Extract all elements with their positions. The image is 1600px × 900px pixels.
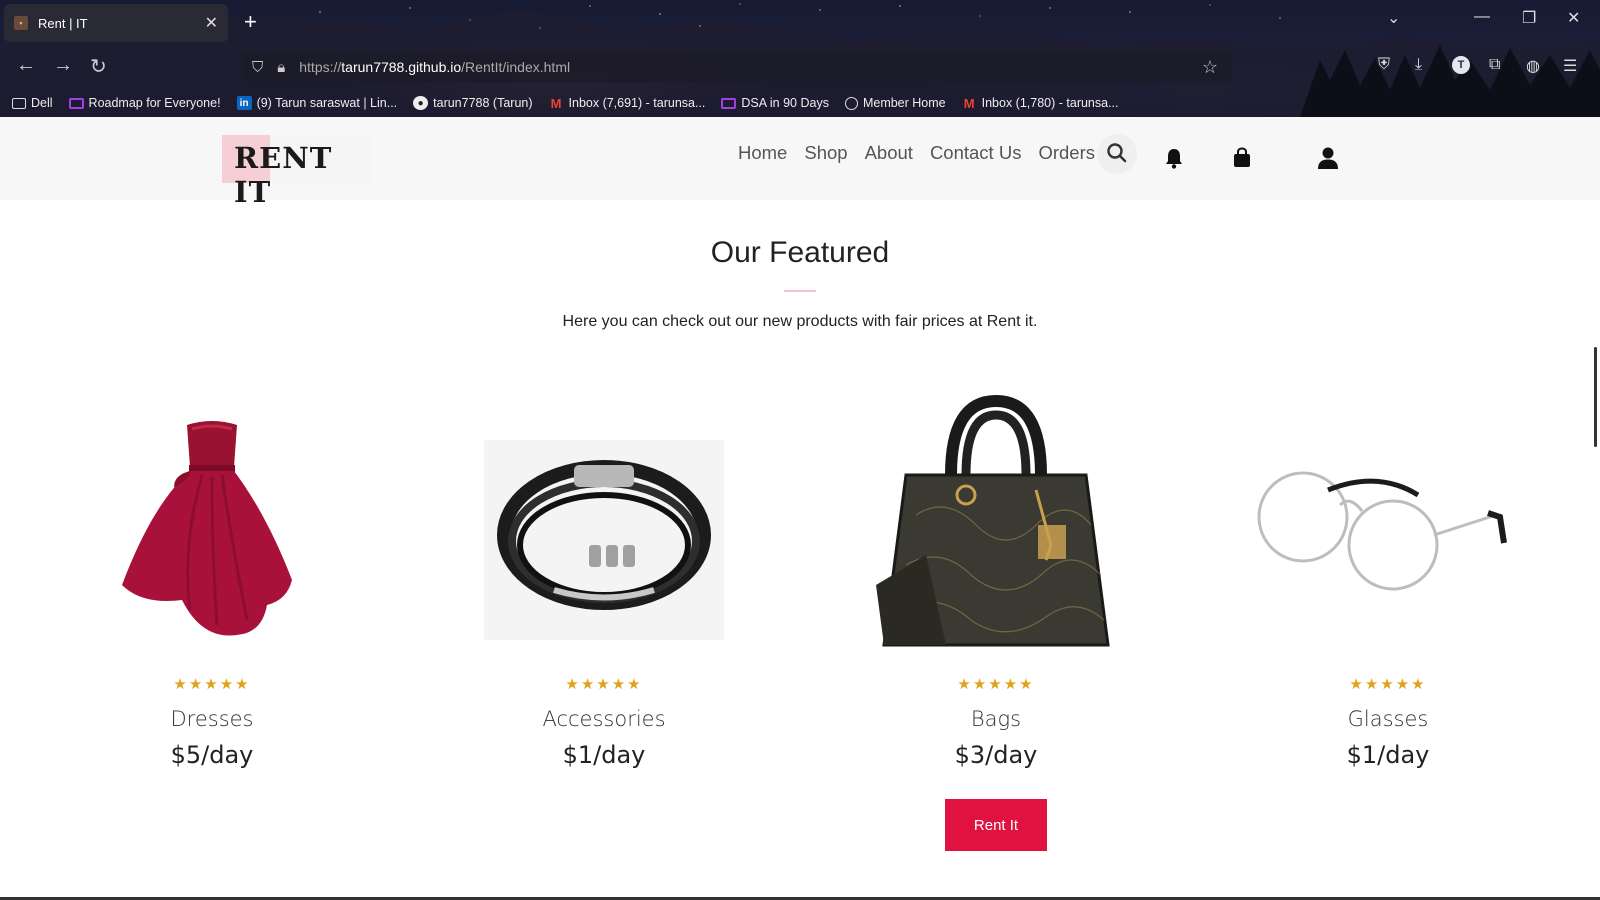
purple-monitor-icon: [68, 97, 84, 109]
account-avatar-icon[interactable]: T: [1452, 56, 1470, 74]
tab-close-icon[interactable]: ✕: [205, 13, 218, 33]
dress-image: [122, 421, 292, 636]
featured-subtitle: Here you can check out our new products …: [562, 313, 1038, 330]
page-scrollbar[interactable]: [1594, 347, 1597, 447]
rating-stars: ★★★★★: [173, 676, 251, 693]
site-logo[interactable]: RENT IT: [222, 135, 370, 209]
title-divider: [784, 290, 816, 292]
site-header: RENT IT Home Shop About Contact Us Order…: [0, 117, 1600, 209]
bookmark-star-icon[interactable]: ☆: [1202, 57, 1218, 78]
bookmark-member-home[interactable]: Member Home: [844, 96, 946, 110]
product-card-accessories[interactable]: ★★★★★ Accessories $1/day: [454, 395, 754, 775]
globe-icon: [844, 96, 858, 110]
product-name[interactable]: Glasses: [1238, 707, 1538, 731]
product-price: $1/day: [1346, 741, 1430, 769]
folder-icon: [12, 97, 26, 109]
address-bar[interactable]: ⛉ 🔒︎ https://tarun7788.github.io/RentIt/…: [242, 51, 1232, 83]
purple-monitor-icon: [721, 97, 737, 109]
restore-icon[interactable]: ❐: [1522, 8, 1536, 28]
bell-icon[interactable]: [1164, 147, 1184, 169]
shopping-bag-icon[interactable]: [1232, 147, 1252, 169]
search-button[interactable]: [1097, 134, 1137, 174]
product-card-dresses[interactable]: ★★★★★ Dresses $5/day: [62, 395, 362, 775]
github-icon: ●: [413, 96, 429, 110]
featured-title: Our Featured: [710, 236, 890, 269]
bookmark-label: DSA in 90 Days: [741, 96, 829, 110]
rating-stars: ★★★★★: [1349, 676, 1427, 693]
menu-home[interactable]: Home: [738, 142, 787, 164]
reload-icon[interactable]: ↻: [90, 54, 107, 79]
window-close-icon[interactable]: ✕: [1567, 8, 1580, 28]
menu-orders[interactable]: Orders: [1038, 142, 1095, 164]
menu-contact-us[interactable]: Contact Us: [930, 142, 1022, 164]
browser-chrome: ▪ Rent | IT ✕ + ⌄ — ❐ ✕ ← → ↻ ⛉ 🔒︎ https…: [0, 0, 1600, 117]
bracelet-image: [484, 440, 724, 640]
pocket-icon[interactable]: ⛨: [1378, 56, 1390, 74]
product-price: $1/day: [562, 741, 646, 769]
bookmark-label: Inbox (7,691) - tarunsa...: [568, 96, 706, 110]
rent-it-button[interactable]: Rent It: [945, 799, 1047, 851]
user-icon[interactable]: [1317, 146, 1339, 170]
bookmark-github[interactable]: ● tarun7788 (Tarun): [413, 96, 533, 110]
bookmark-roadmap[interactable]: Roadmap for Everyone!: [68, 96, 221, 110]
bookmark-linkedin[interactable]: in (9) Tarun saraswat | Lin...: [236, 96, 398, 110]
bookmark-label: Inbox (1,780) - tarunsa...: [981, 96, 1119, 110]
site-favicon-icon: ▪: [14, 16, 28, 30]
bookmark-label: Member Home: [862, 96, 946, 110]
url-text[interactable]: https://tarun7788.github.io/RentIt/index…: [299, 59, 570, 75]
gmail-icon: M: [963, 95, 975, 111]
downloads-icon[interactable]: ⤓: [1415, 56, 1422, 74]
lock-icon[interactable]: 🔒︎: [277, 59, 285, 76]
tab-bar: ▪ Rent | IT ✕ + ⌄ — ❐ ✕: [0, 0, 1600, 44]
bookmark-dell[interactable]: Dell: [12, 96, 53, 110]
vpn-globe-icon[interactable]: ◍: [1526, 56, 1540, 76]
product-price: $5/day: [170, 741, 254, 769]
product-name[interactable]: Dresses: [62, 707, 362, 731]
extensions-icon[interactable]: ⧉: [1489, 56, 1500, 74]
tab-rent-it[interactable]: ▪ Rent | IT ✕: [4, 4, 228, 42]
tab-title: Rent | IT: [38, 15, 88, 31]
bookmark-dsa[interactable]: DSA in 90 Days: [721, 96, 829, 110]
bookmark-gmail-1[interactable]: M Inbox (7,691) - tarunsa...: [549, 95, 706, 111]
tab-list-chevron-icon[interactable]: ⌄: [1387, 8, 1400, 28]
product-name[interactable]: Accessories: [454, 707, 754, 731]
main-menu: Home Shop About Contact Us Orders: [738, 142, 1095, 164]
menu-about[interactable]: About: [865, 142, 913, 164]
rating-stars: ★★★★★: [565, 676, 643, 693]
bookmark-label: Roadmap for Everyone!: [88, 96, 221, 110]
app-menu-icon[interactable]: ☰: [1563, 56, 1577, 76]
product-card-glasses[interactable]: ★★★★★ Glasses $1/day: [1238, 395, 1538, 775]
bookmark-label: Dell: [31, 96, 53, 110]
product-name[interactable]: Bags: [846, 707, 1146, 731]
bookmark-label: (9) Tarun saraswat | Lin...: [256, 96, 398, 110]
glasses-image: [1257, 471, 1507, 591]
new-tab-icon[interactable]: +: [244, 10, 257, 34]
product-price: $3/day: [954, 741, 1038, 769]
gmail-icon: M: [550, 95, 562, 111]
linkedin-icon: in: [236, 96, 252, 110]
menu-shop[interactable]: Shop: [804, 142, 847, 164]
tracking-shield-icon[interactable]: ⛉: [252, 59, 263, 76]
nav-toolbar: ← → ↻ ⛉ 🔒︎ https://tarun7788.github.io/R…: [0, 46, 1600, 88]
rating-stars: ★★★★★: [957, 676, 1035, 693]
search-icon: [1107, 143, 1127, 163]
handbag-image: [876, 395, 1110, 647]
bookmarks-bar: Dell Roadmap for Everyone! in (9) Tarun …: [0, 90, 1600, 116]
bookmark-gmail-2[interactable]: M Inbox (1,780) - tarunsa...: [962, 95, 1119, 111]
forward-icon[interactable]: →: [53, 54, 73, 77]
logo-text: RENT IT: [234, 141, 333, 209]
bookmark-label: tarun7788 (Tarun): [433, 96, 533, 110]
back-icon[interactable]: ←: [16, 54, 36, 77]
product-card-bags[interactable]: ★★★★★ Bags $3/day: [846, 395, 1146, 775]
minimize-icon[interactable]: —: [1474, 8, 1490, 26]
